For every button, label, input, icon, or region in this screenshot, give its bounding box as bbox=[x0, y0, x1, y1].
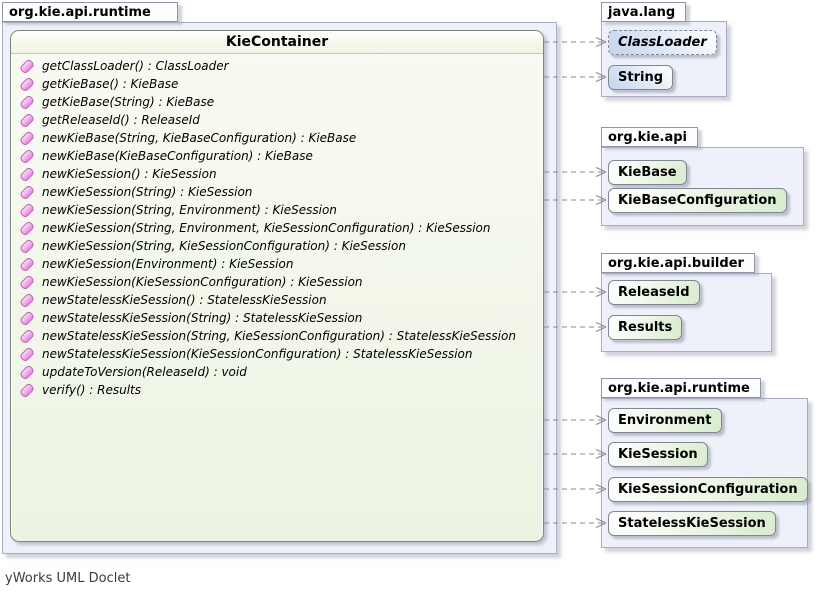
method-row[interactable]: newStatelessKieSession(String) : Statele… bbox=[11, 309, 543, 327]
method-signature: getClassLoader() : ClassLoader bbox=[42, 59, 229, 73]
method-icon bbox=[19, 292, 35, 308]
package-body-org-kie-api bbox=[601, 147, 804, 226]
class-chip-statelesskiesession[interactable]: StatelessKieSession bbox=[608, 511, 776, 536]
method-signature: newKieSession() : KieSession bbox=[42, 167, 217, 181]
method-row[interactable]: getKieBase() : KieBase bbox=[11, 75, 543, 93]
method-icon bbox=[19, 238, 35, 254]
method-row[interactable]: updateToVersion(ReleaseId) : void bbox=[11, 363, 543, 381]
uml-diagram: org.kie.api.runtime KieContainer getClas… bbox=[0, 0, 837, 598]
class-title: KieContainer bbox=[11, 31, 543, 54]
method-row[interactable]: getKieBase(String) : KieBase bbox=[11, 93, 543, 111]
method-icon bbox=[19, 76, 35, 92]
method-icon bbox=[19, 112, 35, 128]
method-row[interactable]: newStatelessKieSession() : StatelessKieS… bbox=[11, 291, 543, 309]
method-row[interactable]: newKieSession(String) : KieSession bbox=[11, 183, 543, 201]
method-icon bbox=[19, 184, 35, 200]
package-tab-java-lang: java.lang bbox=[601, 2, 686, 22]
class-chip-kiesession[interactable]: KieSession bbox=[608, 442, 708, 467]
method-row[interactable]: newKieSession(String, KieSessionConfigur… bbox=[11, 237, 543, 255]
method-icon bbox=[19, 364, 35, 380]
method-icon bbox=[19, 130, 35, 146]
class-chip-classloader[interactable]: ClassLoader bbox=[608, 30, 717, 55]
class-chip-kiebaseconfiguration[interactable]: KieBaseConfiguration bbox=[608, 188, 787, 213]
method-signature: getKieBase() : KieBase bbox=[42, 77, 178, 91]
method-row[interactable]: newStatelessKieSession(KieSessionConfigu… bbox=[11, 345, 543, 363]
method-signature: getKieBase(String) : KieBase bbox=[42, 95, 214, 109]
doclet-credit-text: yWorks UML Doclet bbox=[5, 571, 130, 586]
method-icon bbox=[19, 328, 35, 344]
method-row[interactable]: getReleaseId() : ReleaseId bbox=[11, 111, 543, 129]
method-row[interactable]: verify() : Results bbox=[11, 381, 543, 399]
method-icon bbox=[19, 220, 35, 236]
method-row[interactable]: newKieBase(String, KieBaseConfiguration)… bbox=[11, 129, 543, 147]
method-icon bbox=[19, 58, 35, 74]
class-chip-environment[interactable]: Environment bbox=[608, 408, 722, 433]
method-row[interactable]: newKieSession(String, Environment, KieSe… bbox=[11, 219, 543, 237]
method-signature: newStatelessKieSession(String) : Statele… bbox=[42, 311, 362, 325]
method-icon bbox=[19, 382, 35, 398]
method-icon bbox=[19, 310, 35, 326]
class-chip-releaseid[interactable]: ReleaseId bbox=[608, 280, 700, 305]
class-chip-results[interactable]: Results bbox=[608, 315, 682, 340]
method-row[interactable]: getClassLoader() : ClassLoader bbox=[11, 57, 543, 75]
method-signature: newKieBase(KieBaseConfiguration) : KieBa… bbox=[42, 149, 313, 163]
method-icon bbox=[19, 94, 35, 110]
method-signature: newKieSession(Environment) : KieSession bbox=[42, 257, 293, 271]
method-icon bbox=[19, 202, 35, 218]
package-tab-org-kie-api-builder: org.kie.api.builder bbox=[601, 253, 755, 273]
class-chip-string[interactable]: String bbox=[608, 65, 673, 90]
class-chip-kiesessionconfiguration[interactable]: KieSessionConfiguration bbox=[608, 477, 808, 502]
package-tab-org-kie-api: org.kie.api bbox=[601, 127, 698, 147]
method-signature: newStatelessKieSession(String, KieSessio… bbox=[42, 329, 516, 343]
method-row[interactable]: newKieSession(Environment) : KieSession bbox=[11, 255, 543, 273]
method-signature: newKieSession(String, KieSessionConfigur… bbox=[42, 239, 406, 253]
method-row[interactable]: newKieSession(String, Environment) : Kie… bbox=[11, 201, 543, 219]
method-row[interactable]: newKieBase(KieBaseConfiguration) : KieBa… bbox=[11, 147, 543, 165]
method-icon bbox=[19, 256, 35, 272]
method-signature: newStatelessKieSession() : StatelessKieS… bbox=[42, 293, 327, 307]
method-signature: newStatelessKieSession(KieSessionConfigu… bbox=[42, 347, 473, 361]
package-tab-org-kie-api-runtime: org.kie.api.runtime bbox=[601, 378, 761, 398]
method-signature: newKieSession(String, Environment, KieSe… bbox=[42, 221, 490, 235]
method-icon bbox=[19, 346, 35, 362]
method-list: getClassLoader() : ClassLoader getKieBas… bbox=[11, 54, 543, 399]
method-signature: updateToVersion(ReleaseId) : void bbox=[42, 365, 247, 379]
method-signature: newKieSession(String, Environment) : Kie… bbox=[42, 203, 337, 217]
method-row[interactable]: newStatelessKieSession(String, KieSessio… bbox=[11, 327, 543, 345]
kiecontainer-class-box: KieContainer getClassLoader() : ClassLoa… bbox=[10, 30, 544, 542]
method-signature: getReleaseId() : ReleaseId bbox=[42, 113, 200, 127]
class-chip-kiebase[interactable]: KieBase bbox=[608, 160, 687, 185]
method-row[interactable]: newKieSession(KieSessionConfiguration) :… bbox=[11, 273, 543, 291]
method-signature: newKieSession(KieSessionConfiguration) :… bbox=[42, 275, 363, 289]
method-icon bbox=[19, 148, 35, 164]
method-row[interactable]: newKieSession() : KieSession bbox=[11, 165, 543, 183]
method-signature: newKieBase(String, KieBaseConfiguration)… bbox=[42, 131, 356, 145]
method-signature: newKieSession(String) : KieSession bbox=[42, 185, 252, 199]
package-tab-org-kie-api-runtime-main: org.kie.api.runtime bbox=[2, 2, 178, 22]
method-icon bbox=[19, 274, 35, 290]
method-icon bbox=[19, 166, 35, 182]
method-signature: verify() : Results bbox=[42, 383, 141, 397]
